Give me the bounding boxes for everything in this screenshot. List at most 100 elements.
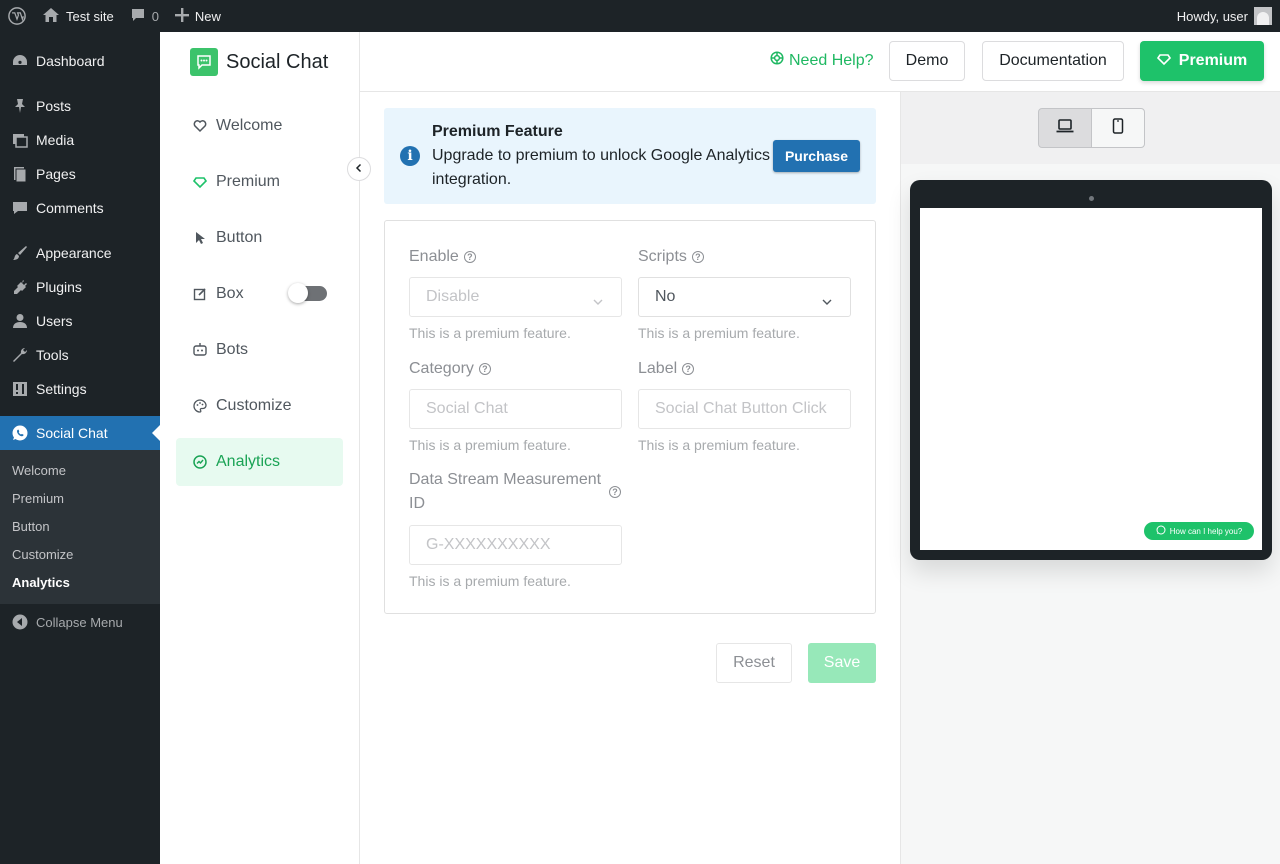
menu-label: Users [36,313,73,329]
enable-label-text: Enable [409,248,459,265]
category-input[interactable]: Social Chat [409,389,622,429]
help-tooltip-icon[interactable]: ? [691,251,704,263]
nav-item-premium[interactable]: Premium [176,158,343,206]
help-tooltip-icon[interactable]: ? [682,363,695,375]
diamond-icon [1156,52,1171,71]
box-toggle-switch[interactable] [288,283,327,303]
robot-icon [192,342,208,358]
new-content-link[interactable]: New [167,0,229,32]
menu-item-plugins[interactable]: Plugins [0,270,160,304]
analytics-icon [192,454,208,470]
submenu-item-button[interactable]: Button [0,513,160,541]
wp-admin-menu: Dashboard Posts Media Pages Comments App… [0,32,160,864]
chat-preview-text: How can I help you? [1169,526,1243,536]
chat-preview-button[interactable]: How can I help you? [1144,522,1254,540]
comment-bubble-icon [130,7,146,26]
chevron-down-icon [593,293,603,311]
nav-label: Customize [216,397,292,414]
home-icon [42,7,60,26]
purchase-button[interactable]: Purchase [773,140,860,172]
submenu-item-premium[interactable]: Premium [0,485,160,513]
menu-item-social-chat[interactable]: Social Chat [0,416,160,450]
menu-item-appearance[interactable]: Appearance [0,236,160,270]
mobile-preview-button[interactable] [1091,108,1145,148]
nav-item-analytics[interactable]: Analytics [176,438,343,486]
page-icon [10,164,30,184]
nav-label: Analytics [216,453,281,470]
demo-button[interactable]: Demo [889,41,965,81]
desktop-preview-button[interactable] [1038,108,1092,148]
menu-item-tools[interactable]: Tools [0,338,160,372]
submenu-item-analytics[interactable]: Analytics [0,569,160,597]
collapse-menu-label: Collapse Menu [36,614,123,630]
chevron-left-icon [354,160,364,178]
measurement-id-placeholder: G-XXXXXXXXXX [426,536,551,553]
label-placeholder: Social Chat Button Click [655,400,827,417]
reset-button[interactable]: Reset [716,643,792,683]
laptop-icon [1055,118,1075,139]
notice-title: Premium Feature [432,123,563,140]
pin-icon [10,96,30,116]
plus-icon [174,7,189,25]
chevron-down-icon [822,293,832,311]
premium-label: Premium [1178,52,1248,69]
nav-label: Welcome [216,117,283,134]
whatsapp-icon [10,423,30,443]
menu-label: Plugins [36,279,82,295]
nav-label: Button [216,229,263,246]
enable-select[interactable]: Disable [409,277,622,317]
new-label: New [194,8,221,24]
analytics-settings-card: Enable ? Disable This is a premium featu… [384,220,876,614]
collapse-sidebar-button[interactable] [347,157,371,181]
whatsapp-icon [1156,525,1166,537]
measurement-id-input[interactable]: G-XXXXXXXXXX [409,525,622,565]
menu-item-comments[interactable]: Comments [0,191,160,225]
device-screen: How can I help you? [920,208,1262,550]
menu-item-settings[interactable]: Settings [0,372,160,406]
help-tooltip-icon[interactable]: ? [478,363,491,375]
media-icon [10,130,30,150]
nav-item-welcome[interactable]: Welcome [176,102,343,150]
greeting-text: Howdy, user [1176,8,1248,24]
label-help-text: This is a premium feature. [638,437,800,453]
help-tooltip-icon[interactable]: ? [609,486,621,498]
menu-label: Social Chat [36,425,108,441]
admin-bar: Test site 0 New Howdy, user [0,0,1280,32]
label-input[interactable]: Social Chat Button Click [638,389,851,429]
camera-dot [1089,196,1094,201]
enable-help-text: This is a premium feature. [409,325,571,341]
category-help-text: This is a premium feature. [409,437,571,453]
menu-item-pages[interactable]: Pages [0,157,160,191]
user-account-link[interactable]: Howdy, user [1177,7,1280,25]
nav-item-box[interactable]: Box [176,270,343,318]
plug-icon [10,277,30,297]
help-tooltip-icon[interactable]: ? [463,251,476,263]
nav-item-customize[interactable]: Customize [176,382,343,430]
comments-count: 0 [151,8,159,24]
palette-icon [192,398,208,414]
scripts-select[interactable]: No [638,277,851,317]
site-name-link[interactable]: Test site [34,0,122,32]
documentation-button[interactable]: Documentation [982,41,1124,81]
menu-item-media[interactable]: Media [0,123,160,157]
menu-item-users[interactable]: Users [0,304,160,338]
diamond-icon [192,174,208,190]
save-button[interactable]: Save [808,643,876,683]
wordpress-logo-icon[interactable] [0,0,34,32]
info-icon: i [400,146,420,166]
premium-notice: i Premium Feature Upgrade to premium to … [384,108,876,204]
submenu-item-welcome[interactable]: Welcome [0,457,160,485]
menu-item-posts[interactable]: Posts [0,89,160,123]
nav-item-button[interactable]: Button [176,214,343,262]
collapse-menu-button[interactable]: Collapse Menu [0,605,160,639]
nav-label: Bots [216,341,249,358]
submenu-item-customize[interactable]: Customize [0,541,160,569]
brand-title: Social Chat [226,50,329,73]
lifebuoy-icon [770,51,784,70]
comments-link[interactable]: 0 [122,0,167,32]
menu-item-dashboard[interactable]: Dashboard [0,44,160,78]
avatar [1254,7,1272,25]
nav-item-bots[interactable]: Bots [176,326,343,374]
need-help-link[interactable]: Need Help? [770,51,874,70]
premium-button[interactable]: Premium [1140,41,1264,81]
